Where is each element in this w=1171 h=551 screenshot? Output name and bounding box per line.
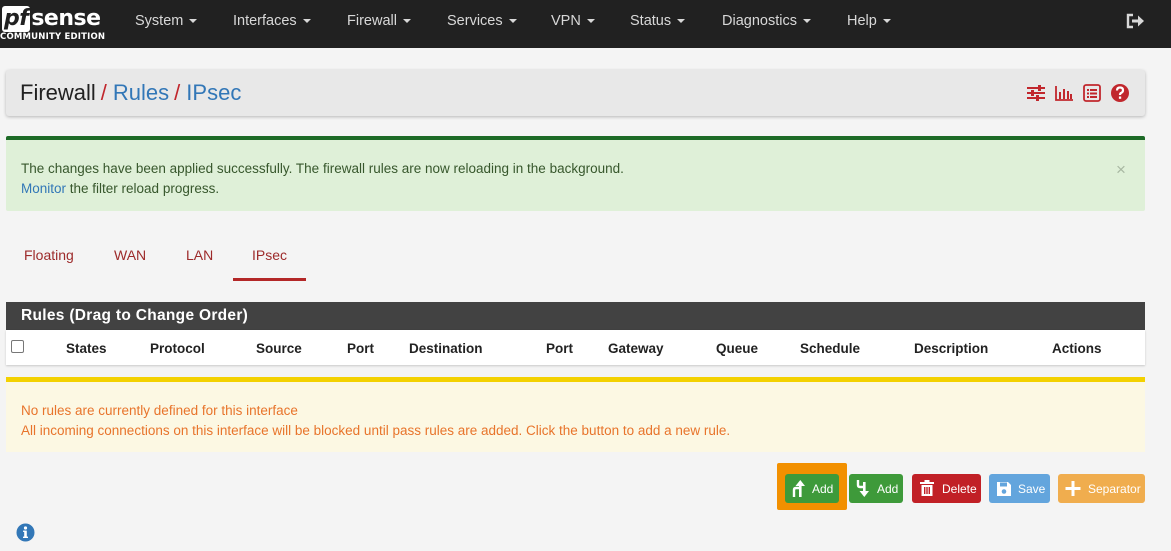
nav-menu-status[interactable]: Status bbox=[630, 13, 686, 29]
logo-wordmark: pf sense bbox=[2, 6, 101, 32]
delete-label: Delete bbox=[942, 482, 977, 496]
caret-down-icon bbox=[677, 19, 686, 24]
monitor-link[interactable]: Monitor bbox=[21, 181, 66, 196]
arrow-down-icon bbox=[856, 480, 869, 497]
add-rule-bottom-button[interactable]: Add bbox=[849, 474, 903, 503]
caret-down-icon bbox=[302, 19, 311, 24]
nav-menu-diagnostics[interactable]: Diagnostics bbox=[722, 13, 811, 29]
arrow-up-icon bbox=[792, 480, 805, 497]
active-tab-indicator bbox=[233, 278, 306, 281]
save-button[interactable]: Save bbox=[989, 474, 1050, 503]
nav-menu-system[interactable]: System bbox=[135, 13, 198, 29]
caret-down-icon bbox=[802, 19, 811, 24]
warning-message-detail: All incoming connections on this interfa… bbox=[21, 423, 731, 438]
warning-message: No rules are currently defined for this … bbox=[21, 403, 298, 418]
nav-menu-label: Help bbox=[847, 13, 877, 29]
select-all-checkbox[interactable] bbox=[11, 340, 24, 353]
no-rules-warning: No rules are currently defined for this … bbox=[6, 377, 1145, 452]
nav-menu-label: Interfaces bbox=[233, 13, 297, 29]
column-header-source-port: Port bbox=[347, 341, 374, 356]
nav-menu-firewall[interactable]: Firewall bbox=[347, 13, 411, 29]
column-header-states: States bbox=[66, 341, 107, 356]
breadcrumb-panel: Firewall / Rules / IPsec bbox=[6, 70, 1145, 116]
breadcrumb-separator: / bbox=[174, 80, 181, 105]
column-header-gateway: Gateway bbox=[608, 341, 664, 356]
nav-menu-vpn[interactable]: VPN bbox=[551, 13, 595, 29]
nav-menu-help[interactable]: Help bbox=[847, 13, 891, 29]
logo-pf-mark: pf bbox=[2, 6, 31, 32]
add-bottom-label: Add bbox=[877, 482, 899, 496]
pfsense-logo[interactable]: pf sense COMMUNITY EDITION bbox=[0, 4, 108, 44]
nav-menu-label: Services bbox=[447, 13, 503, 29]
list-icon[interactable] bbox=[1082, 83, 1102, 103]
column-header-destination: Destination bbox=[409, 341, 483, 356]
top-navbar: pf sense COMMUNITY EDITION System Interfa… bbox=[0, 0, 1171, 48]
add-separator-button[interactable]: Separator bbox=[1058, 474, 1145, 503]
rules-panel-title: Rules (Drag to Change Order) bbox=[21, 307, 249, 324]
breadcrumb-rules-link[interactable]: Rules bbox=[113, 80, 169, 105]
breadcrumb: Firewall / Rules / IPsec bbox=[20, 80, 241, 106]
add-top-label: Add bbox=[812, 482, 834, 496]
add-rule-top-button[interactable]: Add bbox=[785, 474, 839, 503]
breadcrumb-separator: / bbox=[100, 80, 107, 105]
delete-button[interactable]: Delete bbox=[912, 474, 981, 503]
save-label: Save bbox=[1018, 482, 1046, 496]
nav-menu-interfaces[interactable]: Interfaces bbox=[233, 13, 311, 29]
nav-menu-label: VPN bbox=[551, 13, 581, 29]
info-icon[interactable] bbox=[16, 523, 35, 542]
nav-menu-label: System bbox=[135, 13, 184, 29]
success-alert: The changes have been applied successful… bbox=[6, 136, 1145, 211]
column-header-schedule: Schedule bbox=[800, 341, 861, 356]
column-header-actions: Actions bbox=[1052, 341, 1102, 356]
sign-out-icon[interactable] bbox=[1126, 13, 1146, 29]
nav-menu-services[interactable]: Services bbox=[447, 13, 517, 29]
caret-down-icon bbox=[508, 19, 517, 24]
tab-wan[interactable]: WAN bbox=[114, 247, 146, 263]
breadcrumb-ipsec-link[interactable]: IPsec bbox=[186, 80, 241, 105]
bar-chart-icon[interactable] bbox=[1054, 83, 1074, 103]
breadcrumb-firewall: Firewall bbox=[20, 80, 96, 105]
plus-icon bbox=[1065, 481, 1081, 496]
nav-menu-label: Firewall bbox=[347, 13, 397, 29]
separator-label: Separator bbox=[1088, 482, 1141, 496]
caret-down-icon bbox=[189, 19, 198, 24]
caret-down-icon bbox=[882, 19, 891, 24]
tab-ipsec[interactable]: IPsec bbox=[252, 247, 287, 263]
column-header-queue: Queue bbox=[716, 341, 759, 356]
sliders-icon[interactable] bbox=[1026, 83, 1046, 103]
rules-table-header: States Protocol Source Port Destination … bbox=[6, 330, 1145, 365]
rules-panel-heading: Rules (Drag to Change Order) bbox=[6, 302, 1145, 330]
column-header-destination-port: Port bbox=[546, 341, 573, 356]
nav-menu-label: Diagnostics bbox=[722, 13, 797, 29]
success-message: The changes have been applied successful… bbox=[21, 161, 624, 176]
tab-floating[interactable]: Floating bbox=[24, 247, 74, 263]
tab-lan[interactable]: LAN bbox=[186, 247, 213, 263]
success-message-line2: Monitor the filter reload progress. bbox=[21, 181, 219, 196]
success-message-rest: the filter reload progress. bbox=[66, 181, 220, 196]
logo-sense-text: sense bbox=[31, 6, 101, 31]
caret-down-icon bbox=[586, 19, 595, 24]
logo-edition-text: COMMUNITY EDITION bbox=[0, 32, 106, 42]
trash-icon bbox=[920, 480, 934, 496]
column-header-source: Source bbox=[256, 341, 302, 356]
column-header-protocol: Protocol bbox=[150, 341, 205, 356]
help-question-icon[interactable] bbox=[1110, 83, 1130, 103]
column-header-description: Description bbox=[914, 341, 989, 356]
floppy-disk-icon bbox=[997, 482, 1011, 496]
close-icon[interactable]: × bbox=[1116, 161, 1126, 178]
caret-down-icon bbox=[402, 19, 411, 24]
nav-menu-label: Status bbox=[630, 13, 672, 29]
